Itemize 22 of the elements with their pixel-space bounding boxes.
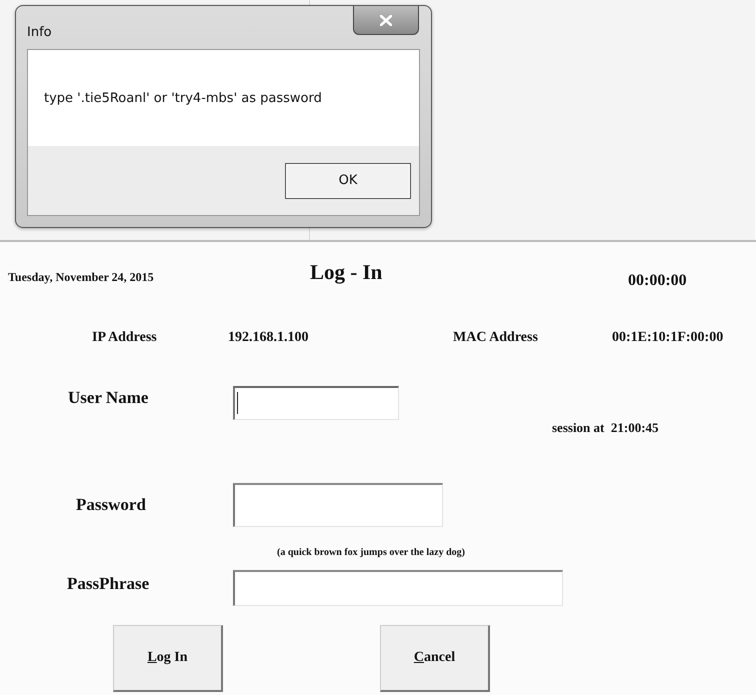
network-label: MAC Address xyxy=(453,330,539,346)
close-button[interactable] xyxy=(353,6,419,35)
close-icon xyxy=(380,14,392,26)
input-field[interactable] xyxy=(233,570,563,606)
network-value: 00:1E:10:1F:00:00 xyxy=(612,330,724,346)
input-field[interactable] xyxy=(233,483,443,527)
dialog-title: Info xyxy=(27,25,52,40)
field-label: User Name xyxy=(68,388,150,408)
ok-button[interactable]: OK xyxy=(285,162,411,198)
login-button[interactable]: Log In xyxy=(113,625,223,692)
field-label: PassPhrase xyxy=(67,574,150,594)
dialog-message: type '.tie5Roanl' or 'try4-mbs' as password xyxy=(44,90,322,106)
network-label: IP Address xyxy=(92,330,158,346)
cancel-button[interactable]: Cancel xyxy=(380,625,490,692)
hint-text: (a quick brown fox jumps over the lazy dog) xyxy=(277,547,465,558)
page-title: Log - In xyxy=(310,260,384,285)
session-time: session at 21:00:45 xyxy=(552,420,659,436)
date-label: Tuesday, November 24, 2015 xyxy=(8,270,155,285)
input-field[interactable] xyxy=(233,386,399,420)
clock-label: 00:00:00 xyxy=(628,272,687,290)
field-label: Password xyxy=(76,495,147,515)
network-value: 192.168.1.100 xyxy=(228,330,310,346)
